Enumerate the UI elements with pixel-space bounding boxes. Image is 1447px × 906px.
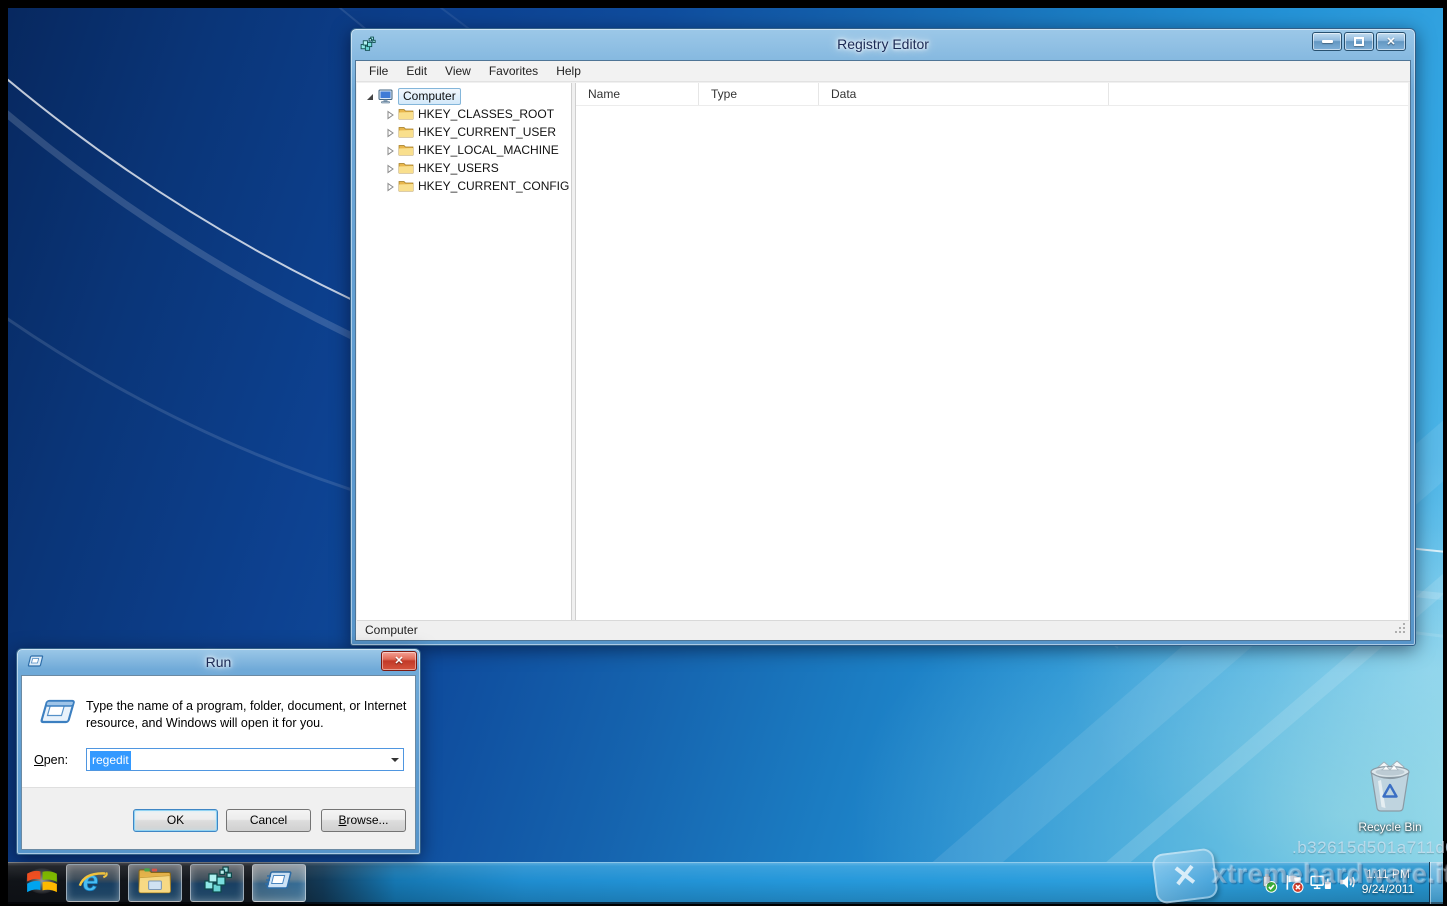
open-label-accel: O: [34, 753, 44, 767]
tree-node-label[interactable]: HKEY_USERS: [418, 161, 499, 175]
status-text: Computer: [365, 623, 418, 637]
recycle-bin[interactable]: Recycle Bin: [1358, 758, 1422, 834]
tree-node-hkey-users[interactable]: HKEY_USERS: [357, 159, 571, 177]
open-label-rest: pen:: [44, 753, 68, 767]
recycle-bin-label: Recycle Bin: [1358, 820, 1422, 834]
start-button[interactable]: [18, 865, 66, 901]
run-window-icon: [26, 655, 44, 668]
run-footer: OK Cancel Browse...: [22, 787, 415, 849]
expander-collapsed-icon[interactable]: [385, 145, 395, 155]
maximize-button[interactable]: [1344, 32, 1374, 51]
close-icon: ✕: [394, 655, 403, 667]
combo-dropdown-button[interactable]: [386, 749, 403, 770]
folder-icon: [398, 106, 414, 122]
column-header-type[interactable]: Type: [699, 83, 819, 105]
watermark-text: xtremehardware.it: [1212, 859, 1447, 890]
column-header-empty: [1109, 83, 1408, 105]
column-header-name[interactable]: Name: [576, 83, 699, 105]
menu-favorites[interactable]: Favorites: [480, 62, 547, 81]
tree-node-hkey-current-user[interactable]: HKEY_CURRENT_USER: [357, 123, 571, 141]
expander-collapsed-icon[interactable]: [385, 181, 395, 191]
expander-collapsed-icon[interactable]: [385, 163, 395, 173]
run-close-button[interactable]: ✕: [381, 651, 417, 671]
regedit-icon: [359, 36, 376, 53]
watermark-hash: .b32615d501a711d0: [1292, 838, 1447, 858]
registry-editor-window: Registry Editor ✕ File Edit View Favorit…: [350, 28, 1416, 646]
computer-icon: [378, 88, 394, 104]
menu-file[interactable]: File: [360, 62, 397, 81]
svg-text:e: e: [83, 865, 99, 896]
folder-icon: [398, 160, 414, 176]
expander-collapsed-icon[interactable]: [385, 127, 395, 137]
watermark-logo: ✕: [1151, 847, 1219, 904]
taskbar-registry-editor[interactable]: [190, 864, 244, 902]
minimize-icon: [1322, 40, 1333, 43]
open-label: Open:: [34, 753, 68, 767]
selected-text[interactable]: regedit: [90, 751, 131, 770]
registry-tree-panel: Computer HKEY_CLASSES_ROOT: [357, 83, 572, 620]
run-client: Type the name of a program, folder, docu…: [21, 675, 416, 850]
tree-node-hkey-local-machine[interactable]: HKEY_LOCAL_MACHINE: [357, 141, 571, 159]
ok-button[interactable]: OK: [133, 809, 218, 832]
menu-help[interactable]: Help: [547, 62, 590, 81]
registry-values-panel: Name Type Data: [575, 83, 1408, 620]
column-header-data[interactable]: Data: [819, 83, 1109, 105]
tree-node-label[interactable]: HKEY_CLASSES_ROOT: [418, 107, 554, 121]
menubar: File Edit View Favorites Help: [356, 61, 1410, 82]
window-title: Registry Editor: [351, 29, 1415, 60]
folder-icon: [398, 178, 414, 194]
watermark-x-icon: ✕: [1170, 857, 1199, 895]
list-header: Name Type Data: [576, 83, 1408, 106]
menu-edit[interactable]: Edit: [397, 62, 436, 81]
browse-rest: rowse...: [347, 813, 389, 827]
folder-icon: [398, 142, 414, 158]
recycle-bin-icon[interactable]: [1364, 801, 1416, 818]
windows-logo-icon: [25, 867, 59, 900]
folder-icon: [398, 124, 414, 140]
folder-icon: [138, 867, 172, 900]
regedit-icon: [201, 865, 233, 902]
caption-buttons: ✕: [1312, 32, 1406, 51]
run-body: Type the name of a program, folder, docu…: [22, 676, 415, 787]
close-icon: ✕: [1386, 35, 1395, 48]
tree-node-hkey-classes-root[interactable]: HKEY_CLASSES_ROOT: [357, 105, 571, 123]
browse-button[interactable]: Browse...: [321, 809, 406, 832]
browse-accel: B: [338, 813, 346, 827]
expander-expanded-icon[interactable]: [365, 91, 375, 101]
tree-node-label[interactable]: HKEY_CURRENT_CONFIG: [418, 179, 569, 193]
tree-node-label[interactable]: HKEY_LOCAL_MACHINE: [418, 143, 559, 157]
taskbar-file-explorer[interactable]: [128, 864, 182, 902]
resize-grip[interactable]: [1394, 622, 1407, 638]
run-dialog: Run ✕ Type the name of a program, folder…: [16, 648, 421, 855]
statusbar: Computer: [357, 620, 1409, 640]
run-icon: [35, 698, 79, 732]
tree-node-label[interactable]: HKEY_CURRENT_USER: [418, 125, 556, 139]
open-input[interactable]: regedit: [87, 753, 386, 767]
run-window-icon: [263, 868, 295, 899]
run-titlebar[interactable]: Run ✕: [17, 649, 420, 675]
cancel-button[interactable]: Cancel: [226, 809, 311, 832]
taskbar-internet-explorer[interactable]: e: [66, 864, 120, 902]
tree-node-computer[interactable]: Computer: [357, 87, 571, 105]
tree-node-hkey-current-config[interactable]: HKEY_CURRENT_CONFIG: [357, 177, 571, 195]
expander-collapsed-icon[interactable]: [385, 109, 395, 119]
close-button[interactable]: ✕: [1376, 32, 1406, 51]
registry-editor-client: File Edit View Favorites Help: [355, 60, 1411, 641]
taskbar-run[interactable]: [252, 864, 306, 902]
menu-view[interactable]: View: [436, 62, 480, 81]
run-description: Type the name of a program, folder, docu…: [86, 698, 408, 732]
internet-explorer-icon: e: [76, 865, 110, 902]
minimize-button[interactable]: [1312, 32, 1342, 51]
registry-editor-titlebar[interactable]: Registry Editor ✕: [351, 29, 1415, 60]
maximize-icon: [1354, 37, 1364, 46]
tree-node-label[interactable]: Computer: [398, 88, 461, 105]
open-combobox[interactable]: regedit: [86, 748, 404, 771]
chevron-down-icon: [391, 758, 399, 762]
run-title: Run: [17, 649, 420, 675]
